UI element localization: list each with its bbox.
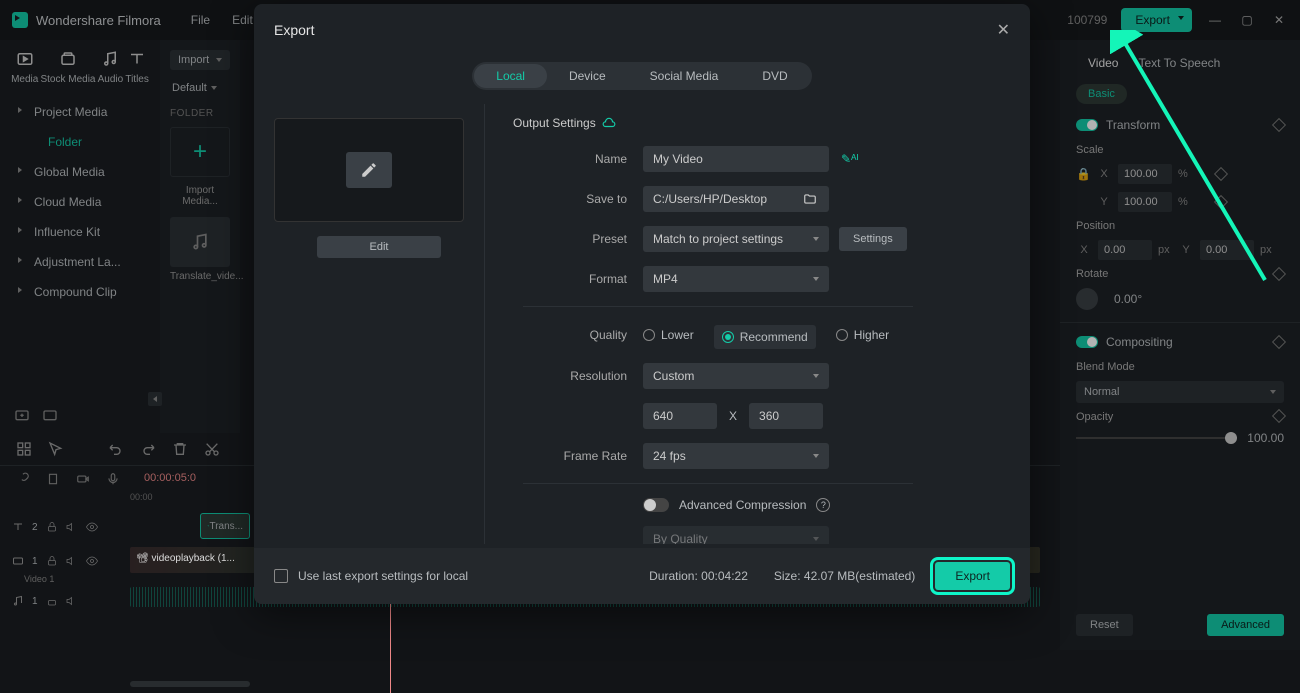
- size-info: Size: 42.07 MB(estimated): [774, 569, 915, 583]
- export-tab-local[interactable]: Local: [474, 64, 547, 88]
- format-select[interactable]: MP4: [643, 266, 829, 292]
- resolution-label: Resolution: [513, 369, 643, 383]
- advanced-compression-label: Advanced Compression: [679, 498, 806, 512]
- framerate-label: Frame Rate: [513, 449, 643, 463]
- format-label: Format: [513, 272, 643, 286]
- use-last-settings-checkbox[interactable]: [274, 569, 288, 583]
- advanced-compression-toggle[interactable]: [643, 498, 669, 512]
- framerate-select[interactable]: 24 fps: [643, 443, 829, 469]
- export-tab-social[interactable]: Social Media: [628, 64, 741, 88]
- use-last-settings-label: Use last export settings for local: [298, 569, 468, 583]
- resolution-select[interactable]: Custom: [643, 363, 829, 389]
- quality-higher-radio[interactable]: Higher: [836, 328, 889, 342]
- name-label: Name: [513, 152, 643, 166]
- save-to-label: Save to: [513, 192, 643, 206]
- export-tab-device[interactable]: Device: [547, 64, 628, 88]
- resolution-x: X: [729, 409, 737, 423]
- edit-pencil-icon: [346, 152, 392, 188]
- save-to-input[interactable]: [643, 186, 829, 212]
- export-dialog: Export ✕ Local Device Social Media DVD E…: [254, 4, 1030, 604]
- edit-preview-button[interactable]: Edit: [317, 236, 441, 258]
- preset-label: Preset: [513, 232, 643, 246]
- resolution-height-input[interactable]: [749, 403, 823, 429]
- preset-settings-button[interactable]: Settings: [839, 227, 907, 251]
- quality-recommend-radio[interactable]: Recommend: [714, 325, 816, 349]
- browse-folder-icon[interactable]: [803, 192, 817, 206]
- export-tab-dvd[interactable]: DVD: [740, 64, 809, 88]
- dialog-title: Export: [274, 22, 314, 38]
- ai-rename-icon[interactable]: ✎ᴬᴵ: [841, 152, 859, 166]
- compression-mode-select: By Quality: [643, 526, 829, 544]
- resolution-width-input[interactable]: [643, 403, 717, 429]
- quality-lower-radio[interactable]: Lower: [643, 328, 694, 342]
- name-input[interactable]: [643, 146, 829, 172]
- info-icon[interactable]: ?: [816, 498, 830, 512]
- preview-thumbnail: [274, 118, 464, 222]
- preset-select[interactable]: Match to project settings: [643, 226, 829, 252]
- cloud-icon: [602, 116, 616, 130]
- export-confirm-button[interactable]: Export: [935, 562, 1010, 590]
- output-settings-label: Output Settings: [513, 116, 1010, 130]
- quality-label: Quality: [513, 328, 643, 342]
- close-dialog-icon[interactable]: ✕: [997, 20, 1010, 40]
- duration-info: Duration: 00:04:22: [649, 569, 748, 583]
